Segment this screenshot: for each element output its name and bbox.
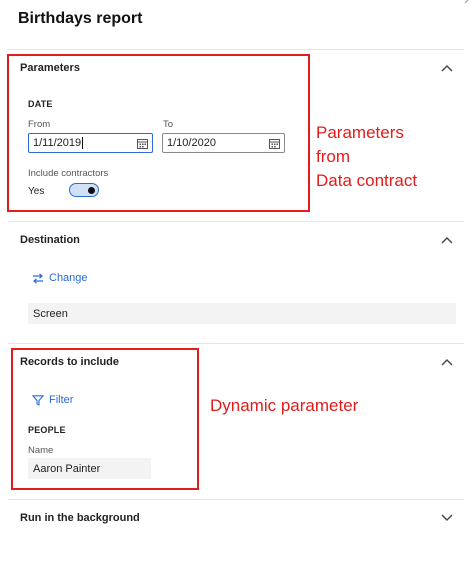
destination-section-title: Destination [20,234,80,246]
records-collapse-chevron-up-icon[interactable] [440,355,454,369]
annotation-line: Parameters [316,123,404,142]
destination-field: Screen [28,303,456,324]
change-label: Change [49,272,88,284]
background-section-title: Run in the background [20,512,140,524]
divider [8,49,464,50]
destination-collapse-chevron-up-icon[interactable] [440,233,454,247]
dynamic-parameter-highlight-box [11,348,199,490]
data-contract-highlight-box [7,54,310,212]
background-expand-chevron-down-icon[interactable] [440,511,454,525]
divider [8,343,464,344]
annotation-line: from [316,147,350,166]
change-destination-button[interactable]: Change [32,272,88,284]
divider [8,499,464,500]
divider [8,221,464,222]
dynamic-parameter-annotation: Dynamic parameter [210,396,359,415]
annotation-line: Data contract [316,171,418,190]
parameters-collapse-chevron-up-icon[interactable] [440,61,454,75]
data-contract-annotation: Parameters from Data contract [316,121,417,193]
swap-arrows-icon [33,272,43,284]
corner-icon [464,0,472,4]
page-title: Birthdays report [18,10,143,27]
